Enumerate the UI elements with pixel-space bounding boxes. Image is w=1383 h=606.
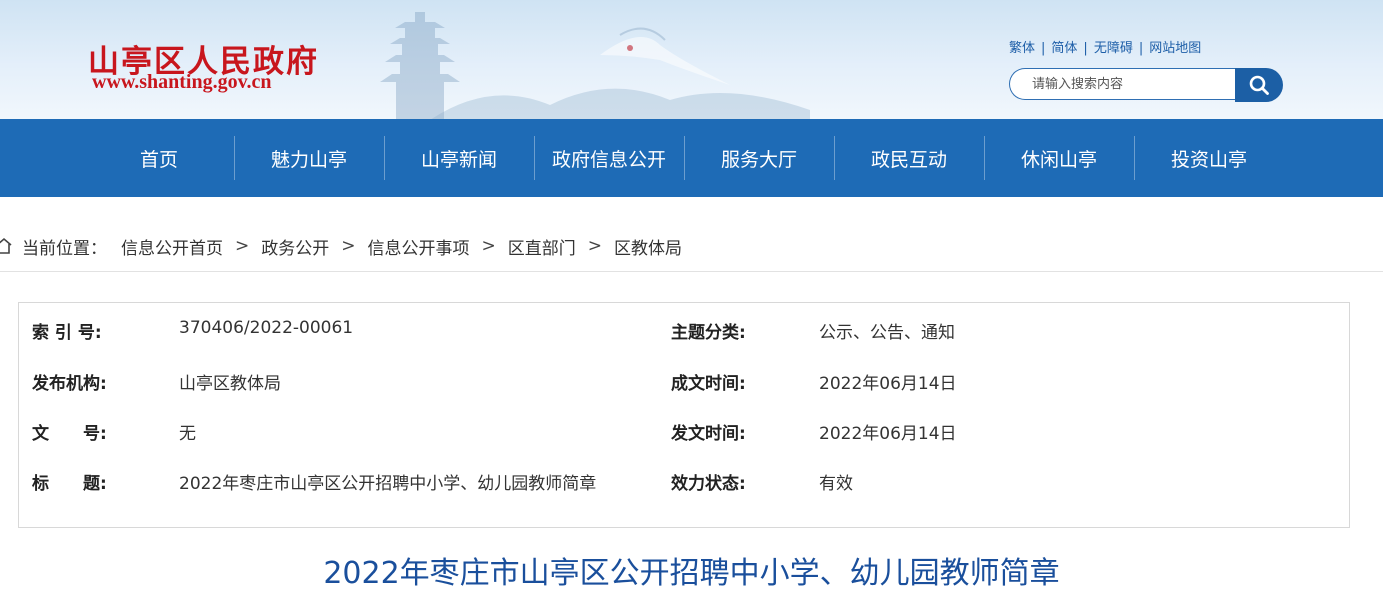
search-button[interactable] (1235, 68, 1283, 102)
breadcrumb-prefix: 当前位置： (22, 238, 107, 259)
title-value: 2022年枣庄市山亭区公开招聘中小学、幼儿园教师简章 (179, 474, 597, 494)
simplified-chinese-link[interactable]: 简体 (1051, 41, 1077, 56)
breadcrumb-separator: > (587, 236, 602, 256)
breadcrumb: 当前位置： 信息公开首页 > 政务公开 > 信息公开事项 > 区直部门 > 区教… (0, 228, 682, 264)
publisher-value: 山亭区教体局 (179, 374, 281, 394)
search-box (1009, 68, 1283, 102)
sitemap-link[interactable]: 网站地图 (1149, 41, 1201, 56)
site-header: 山亭区人民政府 www.shanting.gov.cn 繁体 | 简体 | 无障碍 | 网站… (0, 0, 1383, 119)
breadcrumb-item-education-bureau[interactable]: 区教体局 (614, 234, 682, 259)
traditional-chinese-link[interactable]: 繁体 (1009, 41, 1035, 56)
article-title: 2022年枣庄市山亭区公开招聘中小学、幼儿园教师简章 (323, 556, 1060, 591)
doc-number-value: 无 (179, 424, 196, 444)
status-value: 有效 (819, 474, 853, 494)
breadcrumb-item-departments[interactable]: 区直部门 (508, 234, 576, 259)
breadcrumb-separator: > (341, 236, 356, 256)
divider: | (1041, 41, 1046, 56)
published-date-label: 发文时间: (671, 424, 746, 444)
topic-value: 公示、公告、通知 (819, 323, 955, 343)
breadcrumb-divider (0, 271, 1383, 272)
nav-item-service-hall[interactable]: 服务大厅 (684, 119, 834, 197)
publisher-label: 发布机构: (32, 374, 107, 394)
title-label: 标 题: (32, 474, 107, 494)
breadcrumb-separator: > (235, 236, 250, 256)
created-date-value: 2022年06月14日 (819, 374, 957, 394)
home-icon[interactable] (0, 237, 12, 255)
index-number-label: 索 引 号: (32, 323, 102, 343)
breadcrumb-item-info-items[interactable]: 信息公开事项 (368, 234, 470, 259)
main-nav: 首页 魅力山亭 山亭新闻 政府信息公开 服务大厅 政民互动 休闲山亭 投资山亭 (0, 119, 1383, 197)
status-label: 效力状态: (671, 474, 746, 494)
doc-number-label: 文 号: (32, 424, 107, 444)
hills-illustration (431, 88, 810, 119)
divider: | (1138, 41, 1144, 56)
nav-item-interaction[interactable]: 政民互动 (834, 119, 984, 197)
nav-item-home[interactable]: 首页 (84, 119, 234, 197)
breadcrumb-separator: > (481, 236, 496, 256)
search-input[interactable] (1009, 68, 1235, 100)
nav-item-charm[interactable]: 魅力山亭 (234, 119, 384, 197)
topic-label: 主题分类: (671, 323, 746, 343)
nav-item-investment[interactable]: 投资山亭 (1134, 119, 1284, 197)
published-date-value: 2022年06月14日 (819, 424, 957, 444)
top-links: 繁体 | 简体 | 无障碍 | 网站地图 (1009, 37, 1201, 56)
nav-item-news[interactable]: 山亭新闻 (384, 119, 534, 197)
divider: | (1083, 41, 1088, 56)
document-info-table: 索 引 号: 370406/2022-00061 主题分类: 公示、公告、通知 … (18, 302, 1350, 528)
breadcrumb-item-gov-affairs[interactable]: 政务公开 (261, 234, 329, 259)
site-logo-url[interactable]: www.shanting.gov.cn (92, 71, 272, 94)
search-icon (1249, 75, 1269, 95)
nav-item-gov-info[interactable]: 政府信息公开 (534, 119, 684, 197)
accessibility-link[interactable]: 无障碍 (1094, 41, 1133, 56)
index-number-value: 370406/2022-00061 (179, 318, 354, 338)
nav-item-leisure[interactable]: 休闲山亭 (984, 119, 1134, 197)
breadcrumb-item-info-home[interactable]: 信息公开首页 (121, 234, 223, 259)
created-date-label: 成文时间: (671, 374, 746, 394)
